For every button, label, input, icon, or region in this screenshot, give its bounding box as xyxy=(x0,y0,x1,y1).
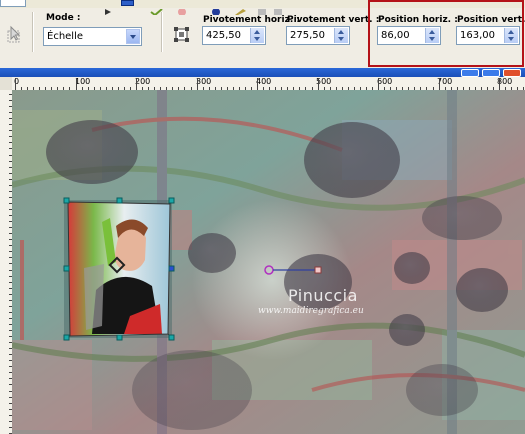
ruler-tick xyxy=(317,78,319,90)
ruler-tick xyxy=(378,78,379,90)
ruler-label: 400 xyxy=(256,77,272,86)
mode-select[interactable]: Échelle xyxy=(43,27,142,46)
document-title-bar xyxy=(0,68,525,77)
preset-dropdown[interactable] xyxy=(0,0,26,7)
ruler-label: 100 xyxy=(75,77,91,86)
tool-options-bar: Mode : Échelle Pivotement horiz. : 425,5… xyxy=(0,0,525,75)
apply-icon[interactable] xyxy=(121,0,134,6)
ruler-tick xyxy=(75,78,77,90)
transform-icon[interactable] xyxy=(256,0,269,15)
pivot-x-label: Pivotement horiz. : xyxy=(203,15,300,25)
pivot-y-stepper[interactable] xyxy=(334,28,348,43)
horizontal-ruler: 0 100 200 300 400 500 600 700 800 xyxy=(12,77,525,91)
close-button[interactable] xyxy=(503,69,521,77)
ruler-tick xyxy=(15,78,16,90)
pivot-handle[interactable] xyxy=(264,265,322,275)
maximize-button[interactable] xyxy=(482,69,500,77)
pencil-icon[interactable] xyxy=(234,0,247,15)
pivot-y-input[interactable]: 275,50 xyxy=(286,26,350,45)
watermark-title: Pinuccia xyxy=(288,286,358,305)
ruler-tick xyxy=(438,78,440,90)
watermark-url: www.maidiregrafica.eu xyxy=(258,306,364,316)
mode-value: Échelle xyxy=(47,31,84,42)
ruler-label: 300 xyxy=(196,77,212,86)
cancel-icon[interactable] xyxy=(176,0,189,16)
flip-icon[interactable] xyxy=(272,0,285,15)
selection-overlay xyxy=(63,197,322,341)
layer-icon[interactable] xyxy=(210,0,223,16)
toolbar-separator xyxy=(161,12,163,52)
ruler-tick xyxy=(499,78,500,90)
pivot-y-value: 275,50 xyxy=(290,30,325,41)
image-canvas[interactable]: Pinuccia www.maidiregrafica.eu xyxy=(12,90,525,434)
pivot-toggle-icon[interactable] xyxy=(174,27,194,47)
pivot-x-value: 425,50 xyxy=(206,30,241,41)
ruler-tick xyxy=(136,78,137,90)
pivot-x-stepper[interactable] xyxy=(250,28,264,43)
ruler-label: 600 xyxy=(377,77,393,86)
ruler-tick xyxy=(257,78,258,90)
pick-tool-icon[interactable] xyxy=(5,25,25,45)
chevron-down-icon[interactable] xyxy=(126,29,140,44)
ruler-label: 200 xyxy=(135,77,151,86)
mode-label: Mode : xyxy=(46,13,81,23)
app-window: Mode : Échelle Pivotement horiz. : 425,5… xyxy=(0,0,525,434)
ok-icon[interactable] xyxy=(150,0,163,17)
ruler-corner xyxy=(0,77,12,90)
position-highlight-frame xyxy=(368,0,524,67)
play-icon[interactable] xyxy=(102,0,115,15)
pivot-x-input[interactable]: 425,50 xyxy=(202,26,266,45)
ruler-tick xyxy=(196,78,198,90)
minimize-button[interactable] xyxy=(461,69,479,77)
pivot-y-label: Pivotement vert. : xyxy=(287,15,380,25)
toolbar-separator xyxy=(32,12,34,52)
